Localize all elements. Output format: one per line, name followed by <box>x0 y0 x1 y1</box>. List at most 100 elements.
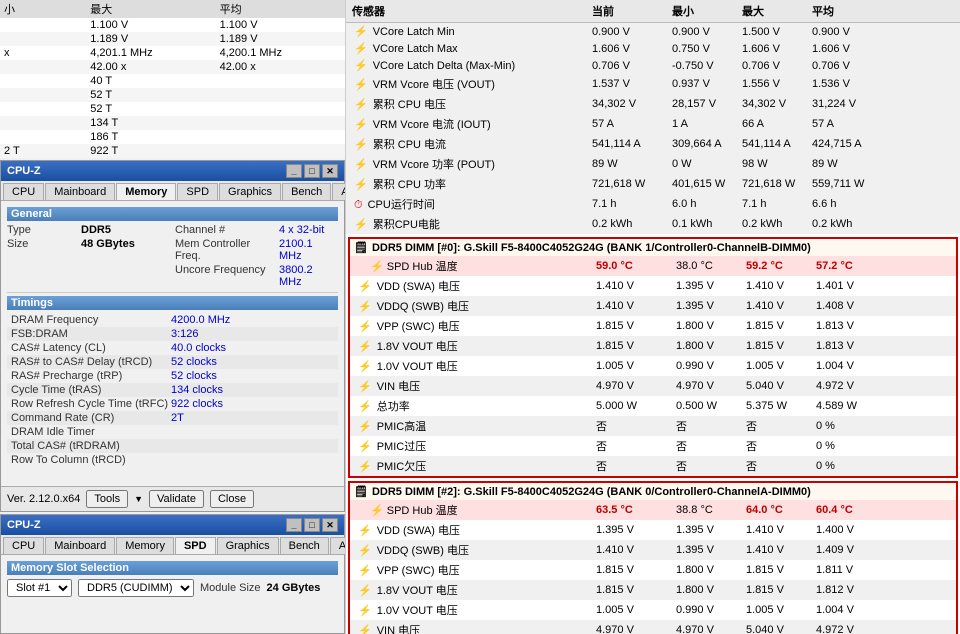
minimize-button[interactable]: _ <box>286 164 302 178</box>
col-max: 最大 <box>86 0 215 18</box>
cpuz-footer: Ver. 2.12.0.x64 Tools ▼ Validate Close <box>1 486 344 511</box>
sensor-row: ⚡VCore Latch Delta (Max-Min) 0.706 V -0.… <box>346 57 960 74</box>
spd-max: 59.2 °C <box>744 259 814 273</box>
cpuz-tab-memory[interactable]: Memory <box>116 183 176 200</box>
sensor-current: 721,618 W <box>590 177 670 191</box>
sensor-icon: ⚡ <box>356 400 374 414</box>
sensor-avg: 1.004 V <box>814 603 884 617</box>
cpuz-tab2-cpu[interactable]: CPU <box>3 537 44 554</box>
sensor-max: 98 W <box>740 157 810 171</box>
cpuz-tab-spd[interactable]: SPD <box>177 183 218 200</box>
spd-min: 38.0 °C <box>674 259 744 273</box>
close-button[interactable]: ✕ <box>322 164 338 178</box>
sensor-name: ⚡总功率 <box>354 397 594 415</box>
top-table-cell: 4,200.1 MHz <box>216 46 345 60</box>
top-table-cell <box>0 32 86 46</box>
sensor-icon: ⚡ <box>356 584 374 598</box>
top-table-cell: 42.00 x <box>86 60 215 74</box>
top-table-cell <box>216 74 345 88</box>
sensor-min: 0.990 V <box>674 359 744 373</box>
top-table-cell <box>0 130 86 144</box>
top-table-cell: 2 T <box>0 144 86 158</box>
sensor-max: 7.1 h <box>740 197 810 211</box>
timing-label: DRAM Frequency <box>11 314 171 326</box>
slot-select[interactable]: Slot #1 <box>7 579 72 597</box>
size-label: Size <box>7 238 77 262</box>
sensor-row: ⚡VPP (SWC) 电压 1.815 V 1.800 V 1.815 V 1.… <box>350 560 956 580</box>
sensor-min: 401,615 W <box>670 177 740 191</box>
sensor-icon: ⚡ <box>356 420 374 434</box>
sensor-current: 1.815 V <box>594 319 674 333</box>
sensor-min: 0.1 kWh <box>670 217 740 231</box>
cpuz-tab2-mainboard[interactable]: Mainboard <box>45 537 115 554</box>
cpuz-window-memory: CPU-Z _ □ ✕ CPUMainboardMemorySPDGraphic… <box>0 160 345 512</box>
close-button-footer[interactable]: Close <box>210 490 254 508</box>
cpuz-tabs2: CPUMainboardMemorySPDGraphicsBenchAbout <box>1 535 344 555</box>
sensor-icon: ⚡ <box>352 158 370 172</box>
module-size-value: 24 GBytes <box>267 582 321 594</box>
tools-dropdown-arrow[interactable]: ▼ <box>134 494 143 504</box>
cpuz-tab2-bench[interactable]: Bench <box>280 537 329 554</box>
sensor-row: ⏱CPU运行时间 7.1 h 6.0 h 7.1 h 6.6 h <box>346 194 960 214</box>
sensor-current: 1.005 V <box>594 359 674 373</box>
sensor-row: ⚡VCore Latch Max 1.606 V 0.750 V 1.606 V… <box>346 40 960 57</box>
sensor-max: 1.410 V <box>744 279 814 293</box>
cpuz-tab2-memory[interactable]: Memory <box>116 537 174 554</box>
sensor-icon: ⚡ <box>352 178 370 192</box>
sensor-icon: ⚡ <box>356 624 374 634</box>
spd-hub-label: ⚡ SPD Hub 温度 <box>354 501 594 519</box>
sensor-max: 1.410 V <box>744 299 814 313</box>
dimm-title: DDR5 DIMM [#0]: G.Skill F5-8400C4052G24G… <box>372 242 811 254</box>
close-button2[interactable]: ✕ <box>322 518 338 532</box>
sensor-current: 1.005 V <box>594 603 674 617</box>
sensor-max: 721,618 W <box>740 177 810 191</box>
sensor-max: 5.375 W <box>744 399 814 413</box>
timing-value: 52 clocks <box>171 356 334 368</box>
window-controls2: _ □ ✕ <box>286 518 338 532</box>
sensor-avg: 4.972 V <box>814 379 884 393</box>
sensor-name: ⚡1.8V VOUT 电压 <box>354 581 594 599</box>
channel-label: Channel # <box>175 224 275 236</box>
sensor-row: ⚡1.8V VOUT 电压 1.815 V 1.800 V 1.815 V 1.… <box>350 336 956 356</box>
top-table-cell <box>216 116 345 130</box>
sensor-current: 0.706 V <box>590 59 670 73</box>
cpuz-tab-graphics[interactable]: Graphics <box>219 183 281 200</box>
sensor-avg: 57 A <box>810 117 880 131</box>
timing-value <box>171 440 334 452</box>
cpuz-tab2-spd[interactable]: SPD <box>175 537 216 554</box>
sensor-current: 7.1 h <box>590 197 670 211</box>
memfreq-value: 2100.1 MHz <box>279 238 338 262</box>
sensor-max: 1.815 V <box>744 319 814 333</box>
uncore-value: 3800.2 MHz <box>279 264 338 288</box>
cpuz-tab2-graphics[interactable]: Graphics <box>217 537 279 554</box>
sensor-name: ⚡VDD (SWA) 电压 <box>354 521 594 539</box>
sensor-max: 0.2 kWh <box>740 217 810 231</box>
cpuz-tab-mainboard[interactable]: Mainboard <box>45 183 115 200</box>
spd-avg: 57.2 °C <box>814 259 884 273</box>
sensor-min: 1.800 V <box>674 563 744 577</box>
tools-button[interactable]: Tools <box>86 490 128 508</box>
sensor-name: ⚡累积 CPU 电流 <box>350 135 590 153</box>
header-max: 最大 <box>740 2 810 20</box>
channel-value: 4 x 32-bit <box>279 224 338 236</box>
maximize-button2[interactable]: □ <box>304 518 320 532</box>
sensor-row: ⚡PMIC欠压 否 否 否 0 % <box>350 456 956 476</box>
module-type-select[interactable]: DDR5 (CUDIMM) <box>78 579 194 597</box>
minimize-button2[interactable]: _ <box>286 518 302 532</box>
sensor-current: 541,114 A <box>590 137 670 151</box>
sensor-name: ⚡1.0V VOUT 电压 <box>354 357 594 375</box>
sensor-max: 1.410 V <box>744 543 814 557</box>
sensor-current: 1.395 V <box>594 523 674 537</box>
sensor-icon: ⚡ <box>356 440 374 454</box>
empty1 <box>7 264 77 288</box>
timing-row: FSB:DRAM3:126 <box>7 327 338 341</box>
maximize-button[interactable]: □ <box>304 164 320 178</box>
validate-button[interactable]: Validate <box>149 490 204 508</box>
cpuz-memory-content: General Type DDR5 Channel # 4 x 32-bit S… <box>1 201 344 486</box>
dimm-title-row: 🗒DDR5 DIMM [#0]: G.Skill F5-8400C4052G24… <box>350 239 956 256</box>
sensor-row: ⚡VIN 电压 4.970 V 4.970 V 5.040 V 4.972 V <box>350 376 956 396</box>
sensor-icon: ⚡ <box>356 320 374 334</box>
cpuz-tab-cpu[interactable]: CPU <box>3 183 44 200</box>
empty2 <box>81 264 171 288</box>
cpuz-tab-bench[interactable]: Bench <box>282 183 331 200</box>
